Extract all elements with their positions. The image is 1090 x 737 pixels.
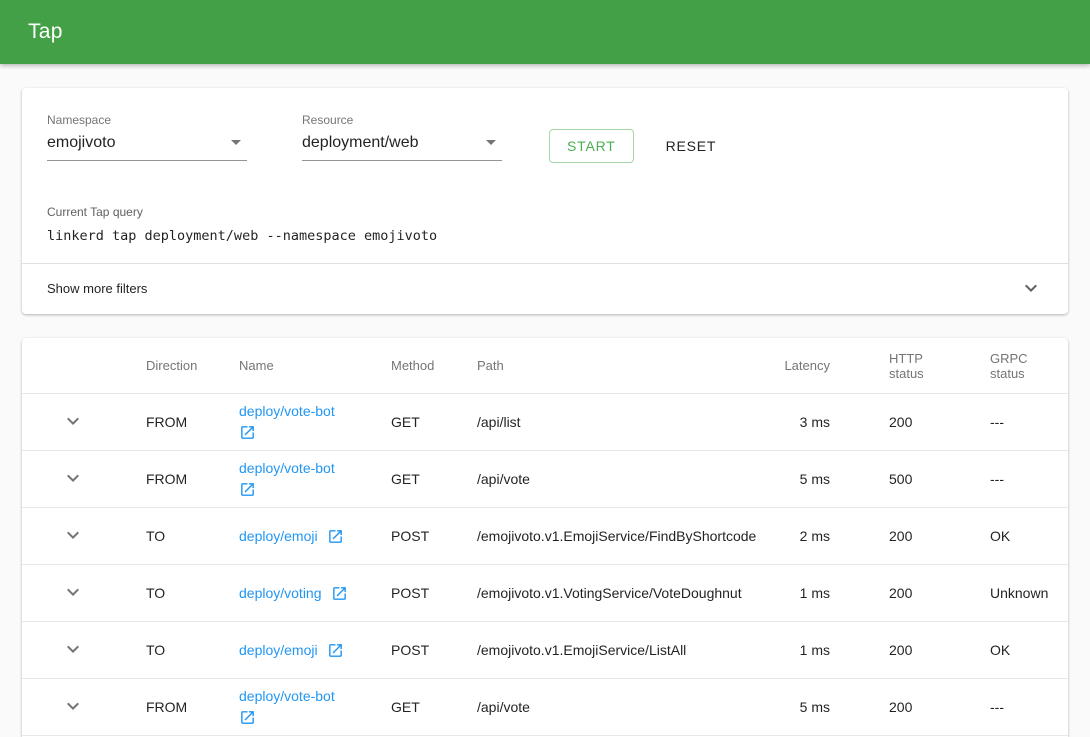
resource-link[interactable]: deploy/voting bbox=[239, 585, 322, 601]
path-cell: /emojivoto.v1.EmojiService/ListAll bbox=[477, 642, 768, 658]
chevron-down-icon bbox=[61, 466, 85, 490]
expand-row-button[interactable] bbox=[60, 636, 86, 662]
http-status-cell: 200 bbox=[838, 585, 990, 601]
method-cell: GET bbox=[391, 471, 477, 487]
path-column-header: Path bbox=[477, 358, 768, 373]
path-cell: /emojivoto.v1.EmojiService/FindByShortco… bbox=[477, 528, 768, 544]
table-row: TO deploy/emoji POST /emojivoto.v1.Emoji… bbox=[22, 622, 1068, 679]
name-cell: deploy/vote-bot bbox=[239, 688, 391, 726]
name-cell: deploy/emoji bbox=[239, 642, 391, 659]
resource-link[interactable]: deploy/vote-bot bbox=[239, 403, 335, 419]
external-link-icon[interactable] bbox=[327, 528, 344, 545]
path-cell: /emojivoto.v1.VotingService/VoteDoughnut bbox=[477, 585, 768, 601]
resource-link[interactable]: deploy/emoji bbox=[239, 642, 318, 658]
tap-filter-card: Namespace emojivoto Resource deployment/… bbox=[22, 88, 1068, 314]
current-tap-query-label: Current Tap query bbox=[47, 205, 1043, 219]
direction-cell: FROM bbox=[146, 414, 239, 430]
http-status-cell: 200 bbox=[838, 699, 990, 715]
latency-cell: 5 ms bbox=[768, 699, 838, 715]
namespace-label: Namespace bbox=[47, 113, 247, 127]
grpc-status-cell: --- bbox=[990, 414, 1068, 430]
app-bar: Tap bbox=[0, 0, 1090, 64]
latency-cell: 1 ms bbox=[768, 642, 838, 658]
dropdown-arrow-icon bbox=[486, 140, 496, 145]
name-cell: deploy/vote-bot bbox=[239, 403, 391, 441]
resource-select[interactable]: Resource deployment/web bbox=[302, 113, 502, 161]
show-more-filters-label: Show more filters bbox=[47, 281, 147, 296]
path-cell: /api/vote bbox=[477, 471, 768, 487]
direction-cell: TO bbox=[146, 528, 239, 544]
chevron-down-icon bbox=[61, 523, 85, 547]
latency-cell: 2 ms bbox=[768, 528, 838, 544]
grpc-status-column-header: GRPC status bbox=[990, 351, 1068, 381]
namespace-value: emojivoto bbox=[47, 133, 115, 152]
path-cell: /api/list bbox=[477, 414, 768, 430]
chevron-down-icon bbox=[61, 580, 85, 604]
name-column-header: Name bbox=[239, 358, 391, 373]
grpc-status-cell: Unknown bbox=[990, 585, 1068, 601]
grpc-status-cell: OK bbox=[990, 642, 1068, 658]
method-cell: POST bbox=[391, 528, 477, 544]
direction-cell: FROM bbox=[146, 471, 239, 487]
http-status-column-header: HTTP status bbox=[838, 351, 990, 381]
latency-column-header: Latency bbox=[768, 358, 838, 373]
page-title: Tap bbox=[28, 20, 63, 44]
path-cell: /api/vote bbox=[477, 699, 768, 715]
table-row: TO deploy/voting POST /emojivoto.v1.Voti… bbox=[22, 565, 1068, 622]
start-button[interactable]: START bbox=[549, 129, 634, 163]
table-header-row: Direction Name Method Path Latency HTTP … bbox=[22, 338, 1068, 394]
table-row: TO deploy/emoji POST /emojivoto.v1.Emoji… bbox=[22, 508, 1068, 565]
method-cell: GET bbox=[391, 699, 477, 715]
latency-cell: 1 ms bbox=[768, 585, 838, 601]
namespace-select[interactable]: Namespace emojivoto bbox=[47, 113, 247, 161]
http-status-cell: 200 bbox=[838, 528, 990, 544]
method-cell: POST bbox=[391, 585, 477, 601]
chevron-down-icon bbox=[61, 694, 85, 718]
grpc-status-cell: --- bbox=[990, 699, 1068, 715]
chevron-down-icon bbox=[61, 409, 85, 433]
name-cell: deploy/vote-bot bbox=[239, 460, 391, 498]
table-row: FROM deploy/vote-bot GET /api/list 3 ms … bbox=[22, 394, 1068, 451]
http-status-cell: 200 bbox=[838, 642, 990, 658]
http-status-cell: 500 bbox=[838, 471, 990, 487]
external-link-icon[interactable] bbox=[239, 709, 256, 726]
name-cell: deploy/voting bbox=[239, 585, 391, 602]
expand-row-button[interactable] bbox=[60, 693, 86, 719]
chevron-down-icon bbox=[1019, 276, 1043, 300]
grpc-status-cell: OK bbox=[990, 528, 1068, 544]
tap-results-table: Direction Name Method Path Latency HTTP … bbox=[22, 338, 1068, 737]
external-link-icon[interactable] bbox=[327, 642, 344, 659]
dropdown-arrow-icon bbox=[231, 140, 241, 145]
expand-row-button[interactable] bbox=[60, 522, 86, 548]
resource-link[interactable]: deploy/emoji bbox=[239, 528, 318, 544]
direction-cell: FROM bbox=[146, 699, 239, 715]
method-cell: GET bbox=[391, 414, 477, 430]
grpc-status-cell: --- bbox=[990, 471, 1068, 487]
resource-link[interactable]: deploy/vote-bot bbox=[239, 460, 335, 476]
expand-row-button[interactable] bbox=[60, 465, 86, 491]
resource-label: Resource bbox=[302, 113, 502, 127]
direction-cell: TO bbox=[146, 585, 239, 601]
table-row: FROM deploy/vote-bot GET /api/vote 5 ms … bbox=[22, 451, 1068, 508]
reset-button[interactable]: RESET bbox=[660, 130, 723, 162]
table-row: FROM deploy/vote-bot GET /api/vote 5 ms … bbox=[22, 679, 1068, 736]
latency-cell: 3 ms bbox=[768, 414, 838, 430]
method-cell: POST bbox=[391, 642, 477, 658]
name-cell: deploy/emoji bbox=[239, 528, 391, 545]
method-column-header: Method bbox=[391, 358, 477, 373]
chevron-down-icon bbox=[61, 637, 85, 661]
external-link-icon[interactable] bbox=[331, 585, 348, 602]
http-status-cell: 200 bbox=[838, 414, 990, 430]
external-link-icon[interactable] bbox=[239, 481, 256, 498]
latency-cell: 5 ms bbox=[768, 471, 838, 487]
expand-row-button[interactable] bbox=[60, 579, 86, 605]
resource-link[interactable]: deploy/vote-bot bbox=[239, 688, 335, 704]
show-more-filters-toggle[interactable]: Show more filters bbox=[22, 263, 1068, 314]
direction-cell: TO bbox=[146, 642, 239, 658]
tap-query-command: linkerd tap deployment/web --namespace e… bbox=[47, 228, 1043, 245]
direction-column-header: Direction bbox=[146, 358, 239, 373]
expand-row-button[interactable] bbox=[60, 408, 86, 434]
external-link-icon[interactable] bbox=[239, 424, 256, 441]
resource-value: deployment/web bbox=[302, 133, 419, 152]
